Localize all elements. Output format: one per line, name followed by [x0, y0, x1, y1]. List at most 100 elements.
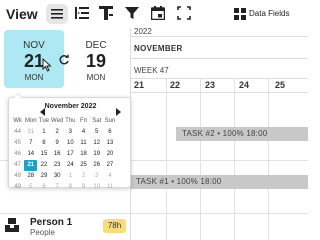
filter-icon[interactable]: [124, 5, 140, 21]
day-column-header: 25: [275, 80, 286, 90]
calendar-header: Thu: [65, 118, 76, 124]
data-fields-icon[interactable]: [232, 6, 248, 22]
calendar-day[interactable]: 4: [103, 171, 116, 182]
popup-arrow: [14, 94, 22, 98]
timeline-month: NOVEMBER: [134, 44, 183, 53]
collapse-icon[interactable]: [74, 5, 90, 21]
end-weekday: MON: [86, 73, 106, 82]
day-gridline: [234, 78, 235, 240]
person-icon: [5, 218, 19, 232]
calendar-day[interactable]: 2: [51, 127, 64, 138]
calendar-day[interactable]: 10: [90, 182, 103, 193]
calendar-day[interactable]: 6: [103, 127, 116, 138]
calendar-weeks: 44 31 1 2 3 4 5 6 45 7 8 9 10 11 12 13 46 14 15 16 17 18 19 20 4…: [11, 127, 130, 193]
calendar-header: Sun: [104, 118, 116, 124]
calendar-day[interactable]: 6: [37, 182, 50, 193]
week-number: 47: [14, 162, 21, 168]
calendar-day[interactable]: 20: [103, 149, 116, 160]
calendar-day[interactable]: 27: [103, 160, 116, 171]
start-day: 21: [23, 51, 45, 71]
hours-badge: 78h: [103, 219, 126, 233]
calendar-day[interactable]: 16: [51, 149, 64, 160]
calendar-day[interactable]: 3: [64, 127, 77, 138]
calendar-header: Tue: [38, 118, 50, 124]
calendar-week-row: 48 28 29 30 1 2 3 4: [11, 171, 130, 182]
calendar-day[interactable]: 4: [77, 127, 90, 138]
view-menu-button[interactable]: [46, 4, 68, 24]
calendar-day[interactable]: 7: [24, 138, 37, 149]
week-number: 44: [14, 129, 21, 135]
calendar-day[interactable]: 24: [64, 160, 77, 171]
day-gridline: [268, 78, 269, 240]
calendar-day[interactable]: 17: [64, 149, 77, 160]
week-number: 48: [14, 173, 21, 179]
fullscreen-icon[interactable]: [176, 5, 192, 21]
day-column-header: 22: [170, 80, 181, 90]
reset-range-icon[interactable]: [58, 53, 70, 65]
date-picker-popup: November 2022 Wk Mon Tue Wed Thu Fri Sat…: [8, 93, 131, 190]
calendar-day[interactable]: 28: [24, 171, 37, 182]
calendar-day[interactable]: 11: [103, 182, 116, 193]
calendar-day[interactable]: 7: [51, 182, 64, 193]
calendar-day[interactable]: 9: [51, 138, 64, 149]
person-name[interactable]: Person 1: [30, 217, 72, 228]
calendar-header: Wed: [51, 118, 64, 124]
calendar-day[interactable]: 2: [77, 171, 90, 182]
calendar-header: Fri: [80, 118, 88, 124]
calendar-day[interactable]: 12: [90, 138, 103, 149]
toolbar: View Data Fields: [0, 0, 308, 28]
calendar-day[interactable]: 5: [90, 127, 103, 138]
calendar-day[interactable]: 5: [24, 182, 37, 193]
text-format-icon[interactable]: [98, 5, 114, 21]
data-fields-label[interactable]: Data Fields: [249, 9, 289, 18]
calendar-header: Wk: [13, 118, 22, 124]
calendar-header: Mon: [24, 118, 37, 124]
task-bar[interactable]: TASK #2 • 100% 18:00: [176, 127, 308, 141]
day-column-header: 23: [205, 80, 216, 90]
mouse-cursor-icon: [42, 57, 52, 72]
day-gridline: [166, 78, 167, 240]
calendar-day[interactable]: 26: [90, 160, 103, 171]
calendar-day[interactable]: 31: [24, 127, 37, 138]
start-month: NOV: [23, 40, 45, 51]
calendar-day-selected[interactable]: 21: [24, 160, 38, 171]
calendar-week-row: 44 31 1 2 3 4 5 6: [11, 127, 130, 138]
next-month-icon[interactable]: [114, 103, 122, 116]
calendar-day[interactable]: 18: [77, 149, 90, 160]
calendar-day[interactable]: 13: [103, 138, 116, 149]
header-divider: [130, 92, 308, 93]
task-bar[interactable]: TASK #1 • 100% 18:00: [130, 175, 308, 189]
calendar-day[interactable]: 19: [90, 149, 103, 160]
calendar-day[interactable]: 10: [64, 138, 77, 149]
calendar-day[interactable]: 22: [37, 160, 50, 171]
calendar-week-row: 47 21 22 23 24 25 26 27: [11, 160, 130, 171]
calendar-day[interactable]: 8: [37, 138, 50, 149]
calendar-week-row: 45 7 8 9 10 11 12 13: [11, 138, 130, 149]
calendar-day[interactable]: 15: [37, 149, 50, 160]
view-label: View: [6, 6, 38, 22]
calendar-week-row: 49 5 6 7 8 9 10 11: [11, 182, 130, 193]
calendar-day[interactable]: 14: [24, 149, 37, 160]
calendar-day[interactable]: 23: [51, 160, 64, 171]
calendar-day[interactable]: 1: [37, 127, 50, 138]
day-column-header: 21: [134, 80, 145, 90]
calendar-day[interactable]: 1: [64, 171, 77, 182]
calendar-day[interactable]: 3: [90, 171, 103, 182]
header-divider: [130, 58, 308, 59]
start-weekday: MON: [24, 73, 44, 82]
calendar-day[interactable]: 25: [77, 160, 90, 171]
start-date-card[interactable]: NOV 21 MON: [4, 30, 64, 88]
calendar-today-icon[interactable]: [150, 5, 166, 21]
person-role: People: [30, 228, 55, 237]
calendar-day[interactable]: 9: [77, 182, 90, 193]
calendar-week-row: 46 14 15 16 17 18 19 20: [11, 149, 130, 160]
end-date-card[interactable]: DEC 19 MON: [76, 30, 116, 88]
calendar-day[interactable]: 30: [51, 171, 64, 182]
calendar-day[interactable]: 8: [64, 182, 77, 193]
week-number: 46: [14, 151, 21, 157]
header-divider: [130, 36, 308, 37]
calendar-day[interactable]: 29: [37, 171, 50, 182]
end-month: DEC: [85, 40, 107, 51]
week-number: 49: [14, 184, 21, 190]
calendar-day[interactable]: 11: [77, 138, 90, 149]
